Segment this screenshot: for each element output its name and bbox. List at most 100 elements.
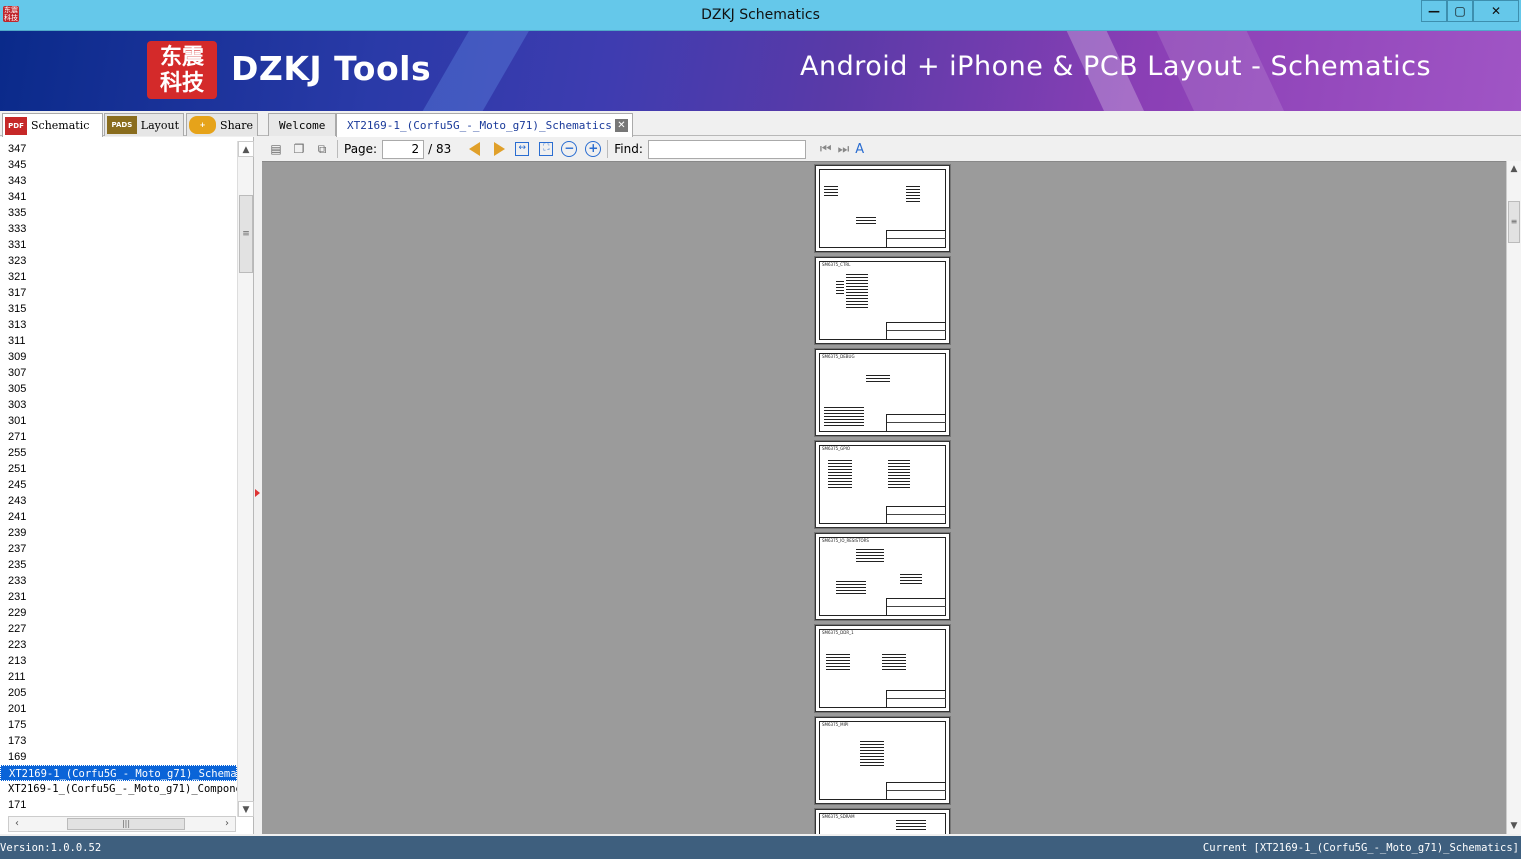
schematic-block	[888, 458, 910, 488]
scroll-thumb-horizontal[interactable]: |||	[67, 818, 185, 830]
page-thumbnail[interactable]: SM6375_DDR_1	[814, 624, 951, 713]
find-input[interactable]	[647, 139, 806, 159]
schematic-block	[866, 374, 890, 382]
list-item[interactable]: 345	[0, 157, 237, 173]
tab-share[interactable]: + Share	[186, 113, 258, 136]
list-item[interactable]: 341	[0, 189, 237, 205]
panel-splitter[interactable]	[254, 137, 262, 834]
list-item[interactable]: 243	[0, 493, 237, 509]
previous-page-icon[interactable]	[469, 142, 481, 156]
list-item[interactable]: 201	[0, 701, 237, 717]
schematic-block	[846, 272, 868, 308]
pages-icon[interactable]: ⧉	[313, 140, 331, 158]
page-thumbnail[interactable]: SM6375_MIPI	[814, 716, 951, 805]
page-thumbnail[interactable]: SM6375_DEBUG	[814, 348, 951, 437]
fit-width-icon[interactable]: ↔	[515, 142, 530, 156]
list-item[interactable]: 213	[0, 653, 237, 669]
collapse-arrow-icon[interactable]	[255, 489, 260, 497]
find-previous-icon[interactable]: ⏮	[820, 142, 832, 157]
scroll-up-icon[interactable]: ▲	[238, 141, 254, 157]
list-item[interactable]: 233	[0, 573, 237, 589]
list-item[interactable]: 237	[0, 541, 237, 557]
list-item[interactable]: 251	[0, 461, 237, 477]
pdf-icon: PDF	[5, 116, 27, 135]
zoom-in-icon[interactable]: +	[585, 141, 602, 157]
scroll-left-icon[interactable]: ‹	[9, 817, 25, 831]
page-thumbnail[interactable]: SM6375_CTRL	[814, 256, 951, 345]
list-item[interactable]: 227	[0, 621, 237, 637]
list-item[interactable]: 323	[0, 253, 237, 269]
list-item[interactable]: 223	[0, 637, 237, 653]
page-thumbnail[interactable]	[814, 164, 951, 253]
scroll-thumb[interactable]: ≡	[1508, 201, 1520, 243]
tab-layout-label: Layout	[140, 118, 179, 132]
scroll-down-icon[interactable]: ▼	[1507, 818, 1521, 834]
tab-document[interactable]: XT2169-1_(Corfu5G_-_Moto_g71)_Schematics…	[336, 113, 633, 137]
page-title: SM6375_MIPI	[822, 722, 849, 727]
tab-schematic[interactable]: PDF Schematic	[2, 113, 103, 137]
copy-icon[interactable]: ❐	[290, 140, 308, 158]
current-document-text: Current [XT2169-1_(Corfu5G_-_Moto_g71)_S…	[1202, 842, 1519, 854]
list-item[interactable]: 307	[0, 365, 237, 381]
list-item[interactable]: 229	[0, 605, 237, 621]
list-item[interactable]: 305	[0, 381, 237, 397]
list-item[interactable]: 211	[0, 669, 237, 685]
list-item[interactable]: 335	[0, 205, 237, 221]
highlight-text-icon[interactable]: A	[855, 142, 864, 157]
page-thumbnail[interactable]: SM6375_IO_RESISTORS	[814, 532, 951, 621]
list-item[interactable]: 169	[0, 749, 237, 765]
list-item[interactable]: 331	[0, 237, 237, 253]
tab-layout[interactable]: PADS Layout	[104, 113, 184, 136]
list-item[interactable]: 311	[0, 333, 237, 349]
list-item[interactable]: 343	[0, 173, 237, 189]
find-next-icon[interactable]: ⏭	[838, 142, 850, 157]
close-tab-icon[interactable]: ✕	[614, 119, 628, 132]
list-item[interactable]: 321	[0, 269, 237, 285]
window-title: DZKJ Schematics	[701, 7, 820, 23]
list-item[interactable]: 317	[0, 285, 237, 301]
list-item[interactable]: 231	[0, 589, 237, 605]
list-item[interactable]: 235	[0, 557, 237, 573]
fit-page-icon[interactable]: ⛶	[539, 142, 554, 156]
list-item[interactable]: 171	[0, 797, 237, 809]
list-item[interactable]: XT2169-1_(Corfu5G_-_Moto_g71)_Schematics	[0, 765, 237, 781]
list-vertical-scrollbar[interactable]: ▲ ≡ ▼	[237, 141, 254, 817]
list-item[interactable]: 333	[0, 221, 237, 237]
list-item[interactable]: 271	[0, 429, 237, 445]
list-item[interactable]: 175	[0, 717, 237, 733]
tab-share-label: Share	[220, 118, 253, 132]
list-item[interactable]: 173	[0, 733, 237, 749]
zoom-out-icon[interactable]: −	[561, 141, 578, 157]
page-thumbnail[interactable]: SM6375_SDRAM	[814, 808, 951, 834]
page-title: SM6375_DDR_1	[822, 630, 854, 635]
page-thumbnail[interactable]: SM6375_GPIO	[814, 440, 951, 529]
maximize-button[interactable]: ▢	[1447, 0, 1473, 22]
list-item[interactable]: XT2169-1_(Corfu5G_-_Moto_g71)_Components	[0, 781, 237, 797]
next-page-icon[interactable]	[494, 142, 506, 156]
scroll-right-icon[interactable]: ›	[219, 817, 235, 831]
list-item[interactable]: 309	[0, 349, 237, 365]
viewer-vertical-scrollbar[interactable]: ▲ ≡ ▼	[1506, 161, 1521, 834]
open-document-icon[interactable]: ▤	[267, 140, 285, 158]
list-item[interactable]: 239	[0, 525, 237, 541]
document-viewer[interactable]: SM6375_CTRL SM6375_DEBUG SM6375_GPIO SM6375…	[262, 161, 1506, 834]
scroll-down-icon[interactable]: ▼	[238, 801, 254, 817]
scroll-up-icon[interactable]: ▲	[1507, 161, 1521, 177]
minimize-button[interactable]: —	[1421, 0, 1447, 22]
list-item[interactable]: 245	[0, 477, 237, 493]
page-title: SM6375_DEBUG	[822, 354, 855, 359]
tab-welcome[interactable]: Welcome	[268, 113, 337, 136]
list-item[interactable]: 313	[0, 317, 237, 333]
list-item[interactable]: 301	[0, 413, 237, 429]
list-item[interactable]: 347	[0, 141, 237, 157]
scroll-thumb[interactable]: ≡	[239, 195, 253, 273]
list-item[interactable]: 241	[0, 509, 237, 525]
close-button[interactable]: ✕	[1473, 0, 1519, 22]
cloud-add-icon: +	[189, 116, 217, 134]
list-item[interactable]: 315	[0, 301, 237, 317]
list-item[interactable]: 205	[0, 685, 237, 701]
list-horizontal-scrollbar[interactable]: ‹ ||| ›	[8, 816, 236, 832]
list-item[interactable]: 303	[0, 397, 237, 413]
list-item[interactable]: 255	[0, 445, 237, 461]
page-number-input[interactable]: 2	[382, 139, 425, 159]
